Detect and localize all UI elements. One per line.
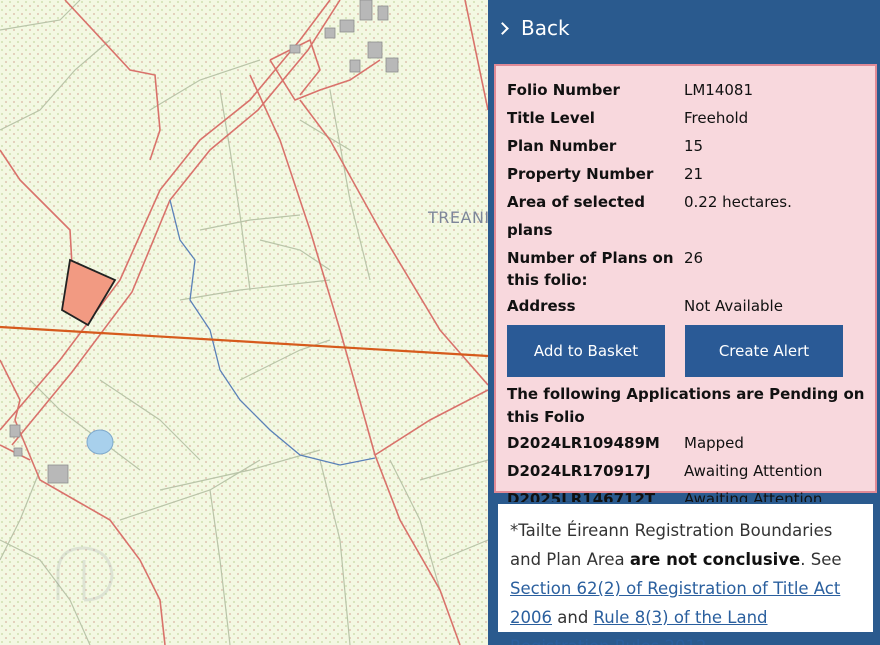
notice-text: . (707, 637, 712, 645)
application-row: D2024LR170917J Awaiting Attention (507, 457, 875, 485)
application-ref: D2024LR109489M (507, 434, 660, 452)
application-ref: D2024LR170917J (507, 462, 651, 480)
application-row: D2024LR109489M Mapped (507, 429, 875, 457)
add-to-basket-button[interactable]: Add to Basket (507, 325, 665, 377)
info-value: 0.22 hectares. (684, 193, 792, 211)
notice-text: . See (800, 550, 842, 569)
application-status: Mapped (684, 434, 744, 452)
info-key: Folio Number (507, 81, 620, 99)
info-row-address: Address Not Available (507, 292, 875, 320)
action-buttons: Add to Basket Create Alert (507, 325, 875, 377)
create-alert-button[interactable]: Create Alert (685, 325, 843, 377)
info-key: Title Level (507, 109, 595, 127)
pond (86, 429, 114, 455)
info-key: Area of selected plans (507, 193, 645, 239)
back-label: Back (521, 16, 570, 40)
application-status: Awaiting Attention (684, 462, 823, 480)
info-key: Address (507, 297, 576, 315)
notice-text: and (552, 608, 594, 627)
info-value: 26 (684, 249, 704, 267)
info-key: Plan Number (507, 137, 617, 155)
info-row-number-of-plans: Number of Plans on this folio: 26 (507, 244, 875, 292)
info-row-property-number: Property Number 21 (507, 160, 875, 188)
info-value: 15 (684, 137, 704, 155)
back-button[interactable]: Back (488, 0, 880, 56)
townland-label: TREANI (428, 208, 488, 227)
pending-applications-title: The following Applications are Pending o… (507, 385, 865, 426)
info-row-plan-number: Plan Number 15 (507, 132, 875, 160)
info-value: Not Available (684, 297, 783, 315)
info-row-area: Area of selected plans 0.22 hectares. (507, 188, 875, 244)
map-view[interactable]: TREANI (0, 0, 488, 645)
info-value: 21 (684, 165, 704, 183)
map-canvas[interactable] (0, 0, 488, 645)
info-value: LM14081 (684, 81, 754, 99)
notice-bold: are not conclusive (629, 550, 801, 569)
chevron-right-icon (496, 22, 509, 35)
info-value: Freehold (684, 109, 749, 127)
info-key: Property Number (507, 165, 654, 183)
info-row-title-level: Title Level Freehold (507, 104, 875, 132)
folio-info-panel: Folio Number LM14081 Title Level Freehol… (494, 64, 877, 508)
disclaimer-notice: *Tailte Éireann Registration Boundaries … (496, 502, 875, 645)
sidebar: Back Folio Number LM14081 Title Level Fr… (488, 0, 880, 645)
info-key: Number of Plans on this folio: (507, 249, 674, 289)
info-row-folio-number: Folio Number LM14081 (507, 76, 875, 104)
